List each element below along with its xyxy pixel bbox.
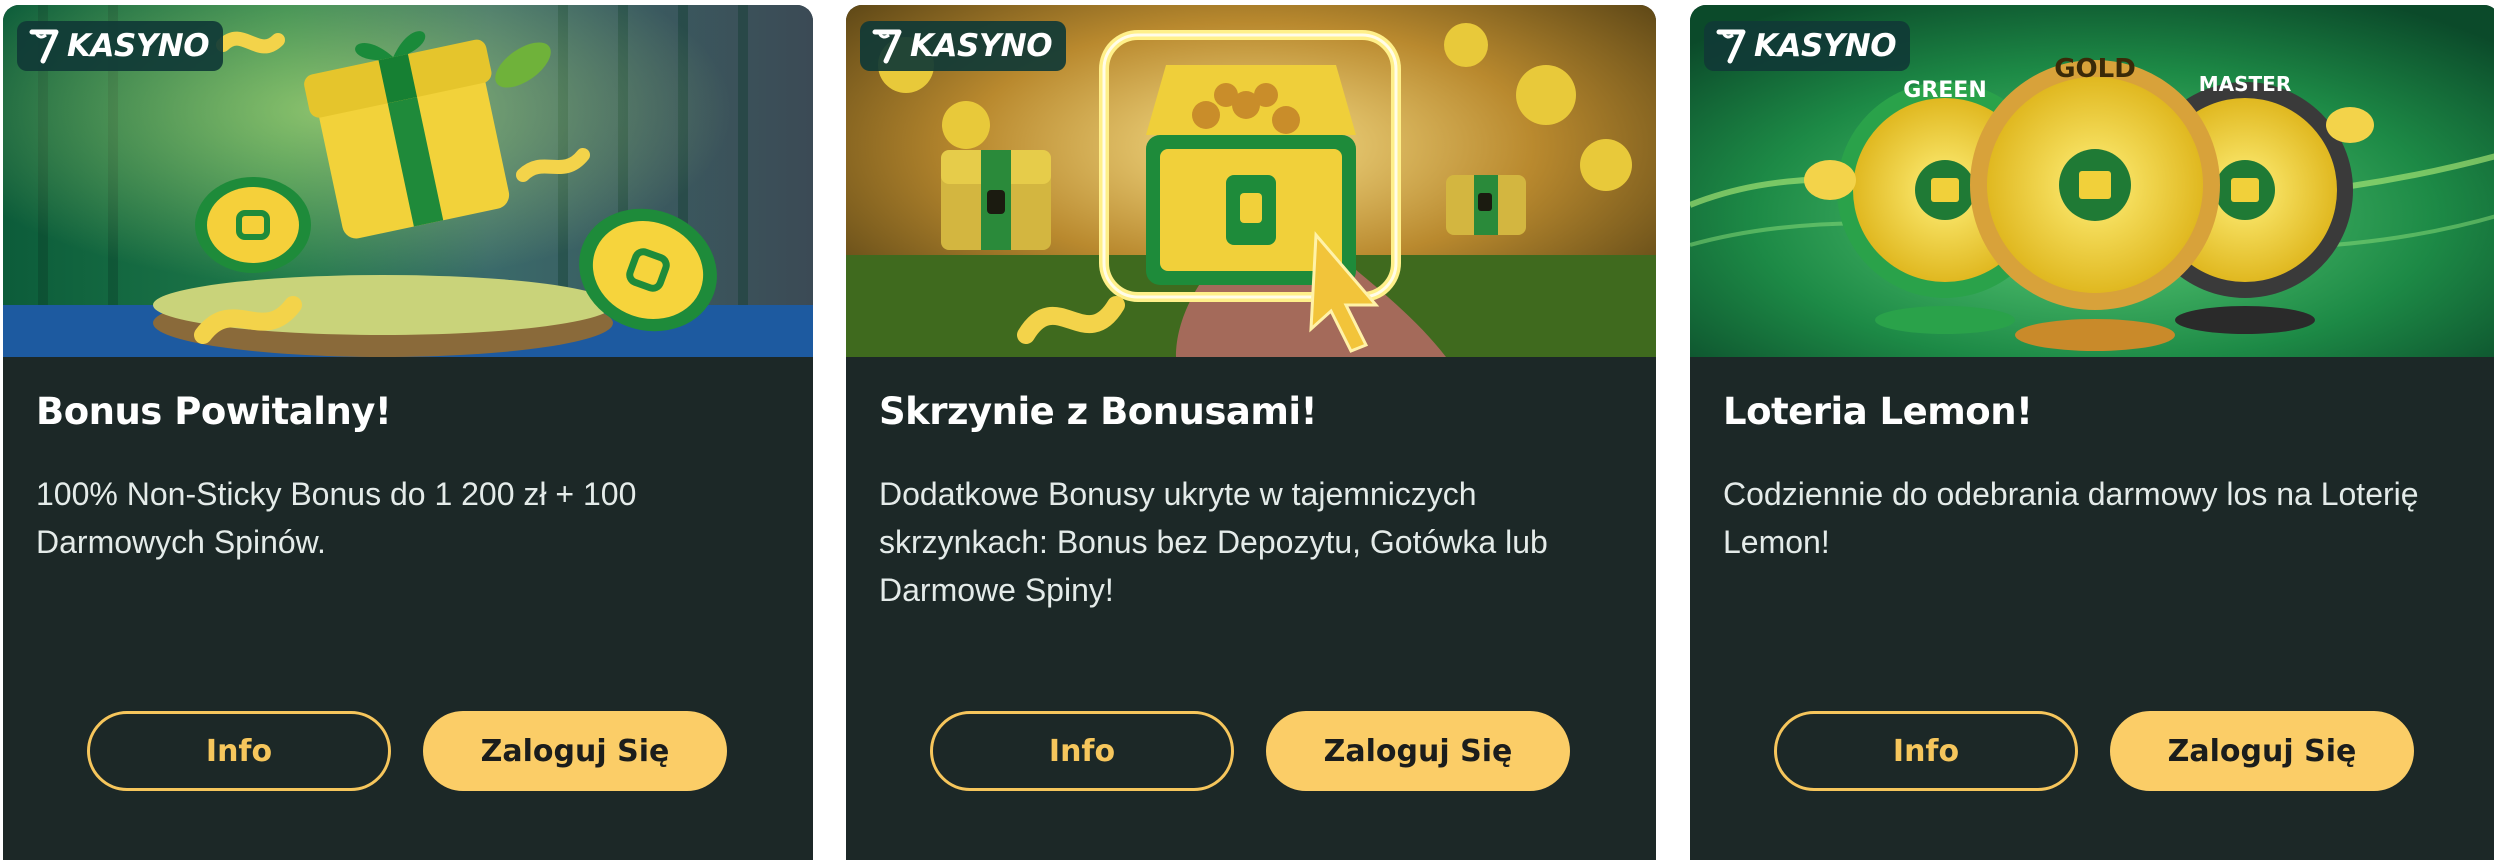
casino-tag: KASYNO	[17, 21, 224, 71]
promo-description: 100% Non-Sticky Bonus do 1 200 zł + 100 …	[36, 476, 637, 560]
casino-tag: KASYNO	[860, 21, 1067, 71]
seven-icon	[1714, 26, 1748, 66]
login-button[interactable]: Zaloguj Się	[2110, 711, 2414, 791]
seven-icon	[27, 26, 61, 66]
login-button[interactable]: Zaloguj Się	[423, 711, 727, 791]
promo-description: Codziennie do odebrania darmowy los na L…	[1723, 476, 2419, 560]
promo-description: Dodatkowe Bonusy ukryte w tajemniczych s…	[879, 476, 1548, 608]
casino-tag-label: KASYNO	[910, 28, 1053, 64]
promo-card-bonus-chests: KASYNO Skrzynie z Bonusami! Dodatkowe Bo…	[846, 5, 1656, 860]
info-button[interactable]: Info	[1774, 711, 2078, 791]
info-button[interactable]: Info	[930, 711, 1234, 791]
promotions-grid: KASYNO Bonus Powitalny! 100% Non-Sticky …	[0, 0, 2494, 860]
wheel-label-gold: GOLD	[2054, 54, 2136, 84]
login-button[interactable]: Zaloguj Się	[1266, 711, 1570, 791]
promo-card-lemon-lottery: GREEN GOLD MASTER KASYNO Loteria Lemon! …	[1690, 5, 2494, 860]
wheel-label-green: GREEN	[1903, 78, 1986, 103]
promo-title: Skrzynie z Bonusami!	[879, 390, 1317, 433]
promo-title: Bonus Powitalny!	[36, 390, 392, 433]
seven-icon	[870, 26, 904, 66]
promo-title: Loteria Lemon!	[1723, 390, 2033, 433]
info-button[interactable]: Info	[87, 711, 391, 791]
casino-tag-label: KASYNO	[1754, 28, 1897, 64]
promo-card-welcome-bonus: KASYNO Bonus Powitalny! 100% Non-Sticky …	[3, 5, 813, 860]
casino-tag: KASYNO	[1704, 21, 1911, 71]
casino-tag-label: KASYNO	[67, 28, 210, 64]
wheel-label-master: MASTER	[2199, 72, 2292, 96]
